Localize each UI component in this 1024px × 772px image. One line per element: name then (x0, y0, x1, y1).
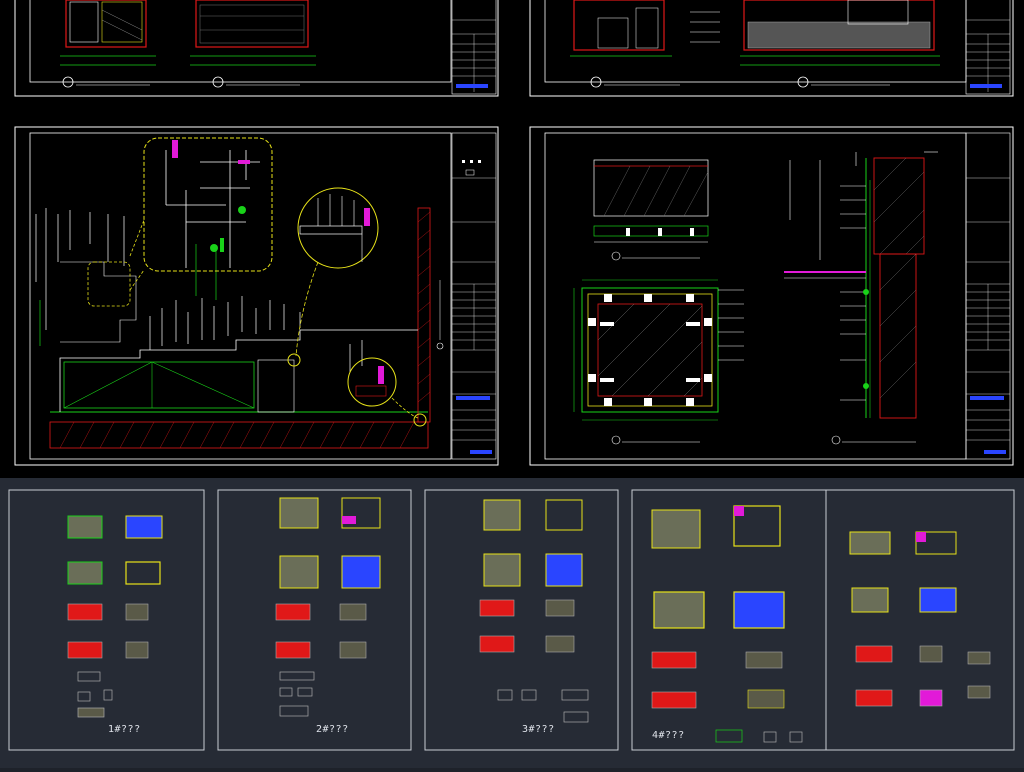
top-drawing-zone (0, 0, 1024, 478)
sheet-2-label: 2#??? (316, 724, 349, 735)
sheet-3-label: 3#??? (522, 724, 555, 735)
magenta-detail-mark (172, 140, 178, 158)
thumbnail-sheet-2 (217, 489, 412, 751)
thumbnail-sheet-1 (8, 489, 205, 751)
sheet-1-label: 1#??? (108, 724, 141, 735)
thumbnail-sheet-3 (424, 489, 619, 751)
cad-drawing-svg (0, 0, 1024, 768)
sheet-4-label: 4#??? (652, 730, 685, 741)
cad-preview-canvas: 1#??? 2#??? 3#??? 4#??? (0, 0, 1024, 768)
thumbnail-sheet-4 (631, 489, 1015, 751)
